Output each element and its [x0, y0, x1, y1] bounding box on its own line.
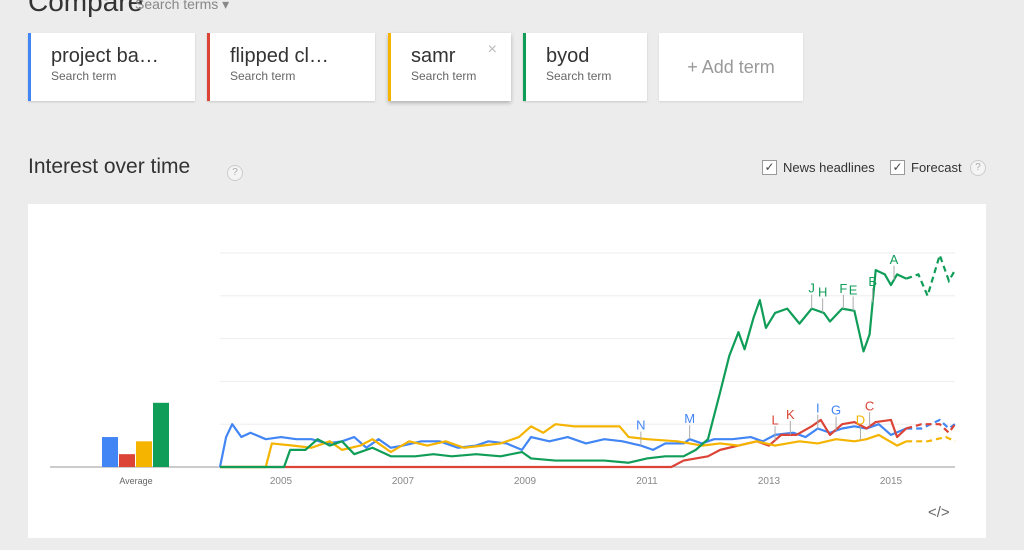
- x-tick-label: 2011: [636, 476, 658, 487]
- x-tick-label: 2005: [270, 476, 293, 487]
- annotation-label: H: [818, 284, 827, 299]
- annotation-label: M: [684, 411, 695, 426]
- annotation-label: I: [816, 400, 820, 415]
- annotation-label: K: [786, 407, 795, 422]
- annotation-label: J: [808, 281, 815, 296]
- average-bar: [153, 402, 169, 467]
- annotation-label: C: [865, 398, 874, 413]
- annotation-label: F: [839, 281, 847, 296]
- average-label: Average: [119, 476, 152, 486]
- average-bar: [102, 437, 118, 467]
- x-tick-label: 2013: [758, 476, 781, 487]
- embed-code-icon[interactable]: </>: [928, 504, 950, 521]
- annotation-label: G: [831, 403, 841, 418]
- forecast-line-flipped cl…: [905, 423, 956, 435]
- average-bar: [119, 454, 135, 467]
- interest-over-time-chart: 2005 2007 2009 2011 2013 2015 Average N M L K I GDC J…: [50, 251, 956, 487]
- x-tick-label: 2015: [880, 476, 903, 487]
- average-bar: [136, 441, 152, 467]
- annotation-label: N: [636, 418, 645, 433]
- annotation-label: A: [890, 252, 899, 267]
- annotation-label: B: [868, 274, 877, 289]
- x-tick-label: 2007: [392, 476, 415, 487]
- annotation-label: L: [771, 412, 778, 427]
- annotation-label: D: [856, 412, 865, 427]
- forecast-line-byod: [905, 251, 956, 300]
- forecast-line-samr: [906, 435, 956, 443]
- x-tick-label: 2009: [514, 476, 537, 487]
- annotation-label: E: [849, 283, 858, 298]
